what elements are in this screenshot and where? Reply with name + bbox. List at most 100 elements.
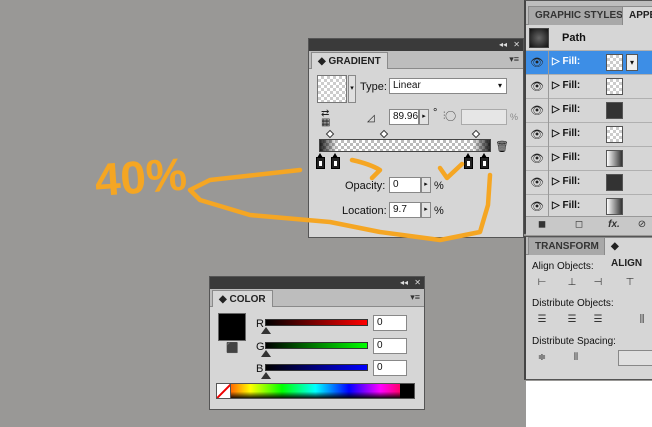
object-row[interactable]: Path (526, 26, 652, 51)
gradient-panel-titlebar[interactable]: ◂◂ ✕ (309, 39, 523, 51)
fill-color-swatch[interactable] (218, 313, 246, 341)
midpoint-diamond[interactable] (325, 129, 335, 139)
distribute-middle-icon[interactable]: ☰ (564, 312, 580, 328)
no-icon[interactable]: ⊘ (634, 217, 650, 233)
visibility-eye-icon[interactable]: 👁 (529, 199, 545, 215)
angle-value: 89.96 (393, 111, 419, 122)
panel-menu-icon[interactable]: ▾≡ (410, 292, 420, 303)
type-select[interactable]: Linear ▾ (389, 78, 507, 94)
none-swatch[interactable] (217, 384, 231, 398)
red-slider[interactable] (265, 319, 368, 326)
collapse-icon[interactable]: ◂◂ (499, 39, 507, 51)
green-input[interactable]: 0 (373, 338, 407, 354)
lower-right-area (526, 381, 652, 427)
fill-label: ▷ Fill: (552, 104, 581, 115)
color-panel-titlebar[interactable]: ◂◂ ✕ (210, 277, 424, 289)
opacity-input[interactable]: 0 (389, 177, 421, 193)
opacity-stepper[interactable]: ▸ (421, 177, 431, 193)
fill-swatch[interactable] (606, 102, 623, 119)
clear-appearance-icon[interactable]: ◻ (571, 217, 587, 233)
object-label: Path (562, 32, 586, 44)
midpoint-diamond[interactable] (379, 129, 389, 139)
blue-slider-thumb[interactable] (261, 372, 271, 379)
angle-input[interactable]: 89.96 (389, 109, 419, 125)
close-icon[interactable]: ✕ (513, 39, 520, 51)
fill-row[interactable]: 👁 ▷ Fill: ▾ (526, 51, 652, 75)
visibility-eye-icon[interactable]: 👁 (529, 79, 545, 95)
fill-label: ▷ Fill: (552, 200, 581, 211)
tab-transform[interactable]: TRANSFORM (528, 237, 606, 255)
gradient-stop[interactable] (480, 153, 489, 169)
close-icon[interactable]: ✕ (414, 277, 421, 289)
visibility-eye-icon[interactable]: 👁 (529, 55, 545, 71)
fill-swatch[interactable] (606, 198, 623, 215)
distribute-left-icon[interactable]: ⫼ (634, 312, 650, 328)
gradient-panel: ◂◂ ✕ ◆ GRADIENT ▾≡ ▾ Type: Linear ▾ ⇄ ▦ ◿… (308, 38, 524, 238)
align-panel: TRANSFORM ◆ ALIGN Align Objects: ⊢ ⊥ ⊣ ⊤… (524, 236, 652, 380)
fill-swatch[interactable] (606, 150, 623, 167)
fill-row[interactable]: 👁 ▷ Fill: (526, 147, 652, 171)
visibility-eye-icon[interactable]: 👁 (529, 175, 545, 191)
distribute-bottom-icon[interactable]: ☰ (590, 312, 606, 328)
midpoint-diamond[interactable] (471, 129, 481, 139)
align-center-icon[interactable]: ⊥ (564, 275, 580, 291)
visibility-eye-icon[interactable]: 👁 (529, 151, 545, 167)
new-art-basic-icon[interactable]: ◼ (534, 217, 550, 233)
red-slider-thumb[interactable] (261, 327, 271, 334)
tab-color[interactable]: ◆ COLOR (212, 290, 273, 307)
distribute-vertical-space-icon[interactable]: ≑ (534, 350, 550, 366)
tab-gradient[interactable]: ◆ GRADIENT (311, 52, 388, 69)
visibility-eye-icon[interactable]: 👁 (529, 127, 545, 143)
fx-icon[interactable]: fx. (606, 217, 622, 233)
delete-stop-icon[interactable]: 🗑 (495, 140, 509, 153)
distribute-spacing-label: Distribute Spacing: (532, 336, 616, 347)
reverse-gradient-icon[interactable]: ⇄ ▦ (321, 109, 339, 128)
gradient-stop[interactable] (464, 153, 473, 169)
color-spectrum-bar[interactable] (216, 383, 415, 399)
gradient-preview-swatch[interactable] (317, 75, 347, 103)
fill-row[interactable]: 👁 ▷ Fill: (526, 171, 652, 195)
out-of-web-gamut-icon[interactable]: ⬛ (226, 343, 238, 354)
annotation-text: 40% (93, 148, 188, 206)
fill-swatch[interactable] (606, 174, 623, 191)
tab-align[interactable]: ◆ ALIGN (604, 237, 652, 269)
align-top-icon[interactable]: ⊤ (622, 275, 638, 291)
panel-menu-icon[interactable]: ▾≡ (509, 54, 519, 65)
blue-slider[interactable] (265, 364, 368, 371)
spacing-input[interactable] (618, 350, 652, 366)
black-swatch[interactable] (400, 384, 414, 398)
align-left-icon[interactable]: ⊢ (534, 275, 550, 291)
angle-stepper[interactable]: ▸ (419, 109, 429, 125)
tab-graphic-styles[interactable]: GRAPHIC STYLES (528, 6, 630, 25)
green-slider-thumb[interactable] (261, 350, 271, 357)
fill-row[interactable]: 👁 ▷ Fill: (526, 75, 652, 99)
angle-icon: ◿ (367, 113, 375, 124)
aspect-ratio-icon: ⫶◯ (443, 111, 456, 122)
red-input[interactable]: 0 (373, 315, 407, 331)
gradient-stop-selected[interactable] (331, 153, 340, 169)
fill-row[interactable]: 👁 ▷ Fill: (526, 123, 652, 147)
aspect-ratio-input[interactable] (461, 109, 507, 125)
red-value: 0 (377, 317, 383, 328)
distribute-objects-label: Distribute Objects: (532, 298, 614, 309)
fill-label: ▷ Fill: (552, 128, 581, 139)
distribute-top-icon[interactable]: ☰ (534, 312, 550, 328)
chevron-down-icon[interactable]: ▾ (626, 54, 638, 71)
align-tab-row: TRANSFORM ◆ ALIGN (526, 237, 652, 269)
gradient-preview-dropdown[interactable]: ▾ (348, 75, 356, 103)
location-stepper[interactable]: ▸ (421, 202, 431, 218)
collapse-icon[interactable]: ◂◂ (400, 277, 408, 289)
visibility-eye-icon[interactable]: 👁 (529, 103, 545, 119)
fill-swatch[interactable] (606, 126, 623, 143)
green-slider[interactable] (265, 342, 368, 349)
tab-appearance[interactable]: APPE (622, 6, 652, 25)
fill-row[interactable]: 👁 ▷ Fill: (526, 99, 652, 123)
distribute-horizontal-space-icon[interactable]: ⫴ (568, 350, 584, 366)
location-input[interactable]: 9.7 (389, 202, 421, 218)
fill-swatch[interactable] (606, 54, 623, 71)
fill-swatch[interactable] (606, 78, 623, 95)
align-right-icon[interactable]: ⊣ (590, 275, 606, 291)
gradient-stop[interactable] (316, 153, 325, 169)
gradient-ramp[interactable] (319, 139, 491, 152)
blue-input[interactable]: 0 (373, 360, 407, 376)
